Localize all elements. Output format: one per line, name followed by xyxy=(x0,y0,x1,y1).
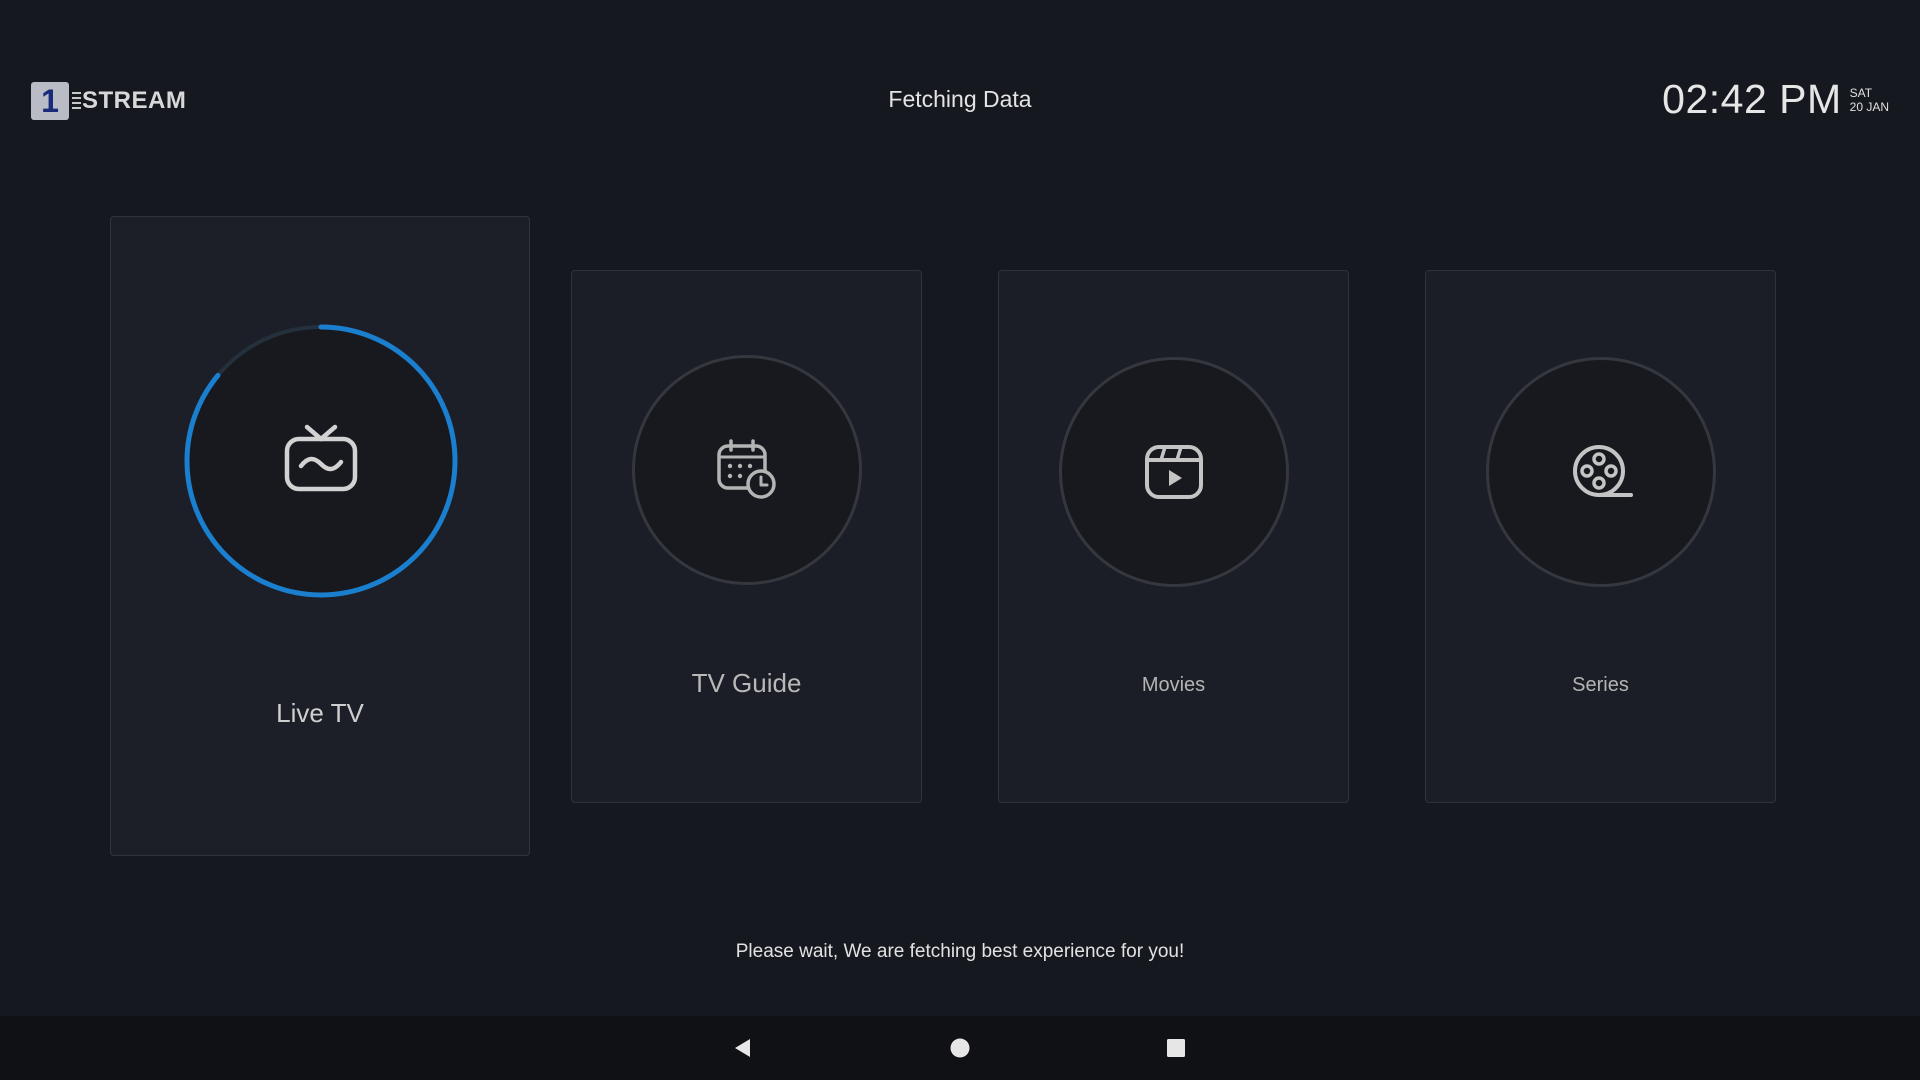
clock: 02:42 PM SAT 20 JAN xyxy=(1662,76,1889,123)
back-button[interactable] xyxy=(731,1036,755,1060)
tile-label-series: Series xyxy=(1572,674,1629,696)
back-icon xyxy=(735,1039,750,1057)
tile-movies[interactable]: Movies xyxy=(998,270,1349,803)
loading-message: Please wait, We are fetching best experi… xyxy=(735,941,1185,962)
clock-date: SAT 20 JAN xyxy=(1850,86,1889,114)
calendar-clock-icon xyxy=(717,439,776,499)
recents-button[interactable] xyxy=(1164,1036,1188,1060)
tile-label-live-tv: Live TV xyxy=(276,698,364,728)
clock-day-month: 20 JAN xyxy=(1849,99,1889,114)
film-reel-icon xyxy=(1573,445,1633,497)
video-play-icon xyxy=(1145,445,1203,499)
clock-time: 02:42 PM xyxy=(1662,76,1842,122)
home-icon xyxy=(950,1038,970,1058)
tv-icon xyxy=(284,424,358,492)
recents-icon xyxy=(1167,1039,1185,1057)
tile-live-tv[interactable]: Live TV xyxy=(110,216,530,856)
clock-day: SAT xyxy=(1849,85,1873,100)
tile-label-movies: Movies xyxy=(1141,674,1206,696)
page-title: Fetching Data xyxy=(888,86,1032,112)
system-navigation-bar xyxy=(0,1016,1920,1080)
home-button[interactable] xyxy=(948,1036,972,1060)
main-menu-screen: 1 STREAM Fetching Data 02:42 PM SAT 20 J… xyxy=(0,0,1920,1080)
tile-series[interactable]: Series xyxy=(1425,270,1776,803)
tile-tv-guide[interactable]: TV Guide xyxy=(571,270,922,803)
tile-label-tv-guide: TV Guide xyxy=(691,668,802,698)
